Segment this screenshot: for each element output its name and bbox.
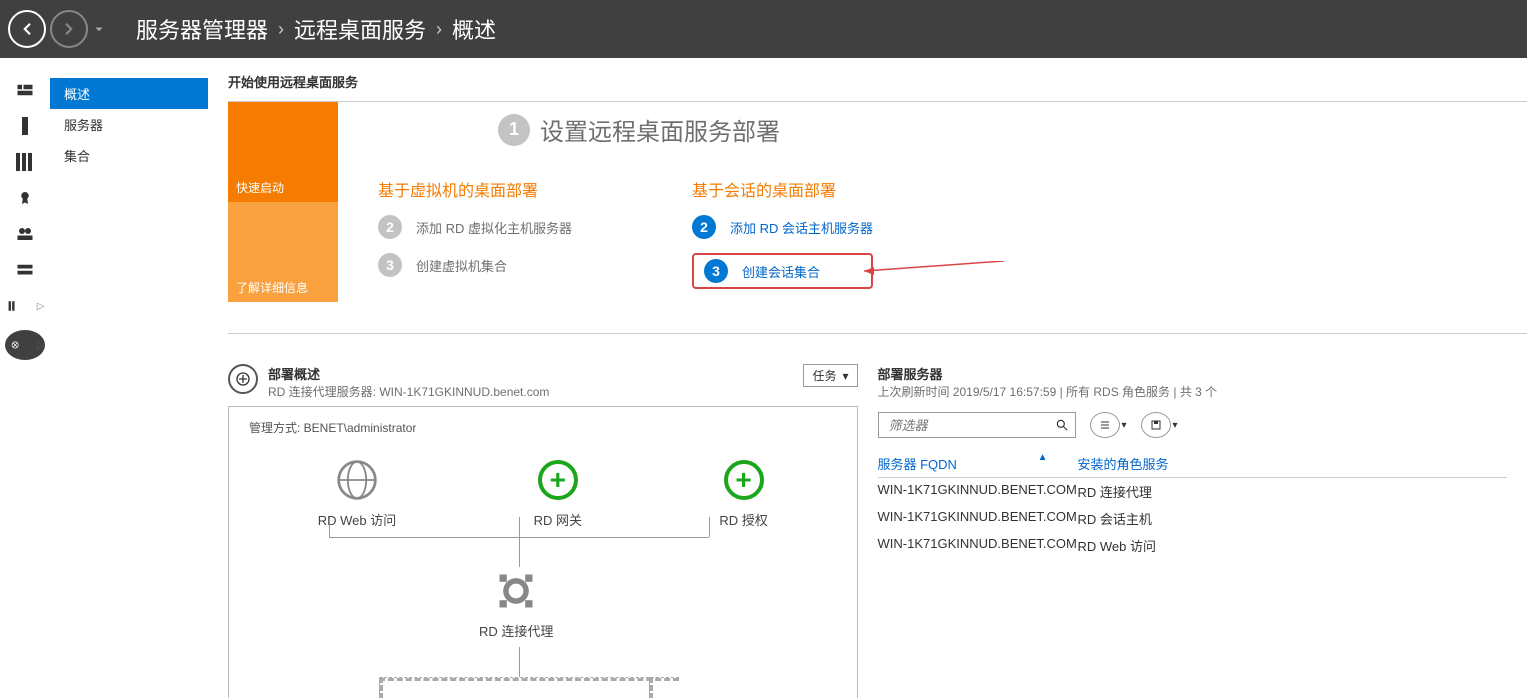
grid-header: 服务器 FQDN▲ 安装的角色服务 <box>878 450 1508 478</box>
managed-as-label: 管理方式: BENET\administrator <box>249 419 837 436</box>
sort-asc-icon: ▲ <box>1038 452 1048 463</box>
filter-box <box>878 412 1076 438</box>
rail-storage-icon[interactable] <box>10 258 40 282</box>
col-role[interactable]: 安装的角色服务 <box>1078 454 1169 473</box>
cell-role: RD 连接代理 <box>1078 482 1152 501</box>
rail-rds-icon[interactable]: ▷ <box>5 330 45 360</box>
tile-learn-more[interactable]: 了解详细信息 <box>228 202 338 302</box>
search-icon[interactable] <box>1049 418 1075 432</box>
table-row[interactable]: WIN-1K71GKINNUD.BENET.COMRD 会话主机 <box>878 505 1508 532</box>
deploy-overview-sub: RD 连接代理服务器: WIN-1K71GKINNUD.benet.com <box>268 383 793 400</box>
setup-title: 设置远程桌面服务部署 <box>540 112 780 147</box>
session-deploy-heading: 基于会话的桌面部署 <box>692 177 873 201</box>
flyout-icon: ▷ <box>37 340 45 351</box>
top-bar: 服务器管理器 › 远程桌面服务 › 概述 <box>0 0 1527 58</box>
step-label: 创建虚拟机集合 <box>416 256 507 275</box>
cell-fqdn: WIN-1K71GKINNUD.BENET.COM <box>878 482 1078 501</box>
step-label: 添加 RD 会话主机服务器 <box>730 218 873 237</box>
nav-overview[interactable]: 概述 <box>50 78 208 109</box>
rail-dashboard-icon[interactable] <box>10 78 40 102</box>
rail-local-server-icon[interactable] <box>10 114 40 138</box>
filter-input[interactable] <box>879 418 1049 433</box>
chevron-right-icon: › <box>278 19 284 40</box>
step-label: 创建会话集合 <box>742 262 820 281</box>
rail-all-servers-icon[interactable] <box>10 150 40 174</box>
rail-group-icon[interactable] <box>10 222 40 246</box>
tile-quick-start[interactable]: 快速启动 <box>228 102 338 202</box>
save-query-button[interactable] <box>1141 412 1171 438</box>
session-step-add-host[interactable]: 2 添加 RD 会话主机服务器 <box>692 215 873 239</box>
vm-deploy-heading: 基于虚拟机的桌面部署 <box>378 177 572 201</box>
node-label: RD 网关 <box>534 510 582 529</box>
breadcrumb-root[interactable]: 服务器管理器 <box>136 13 268 45</box>
broker-icon <box>492 567 540 615</box>
cell-role: RD 会话主机 <box>1078 509 1152 528</box>
step-badge-2: 2 <box>378 215 402 239</box>
rail-certificates-icon[interactable] <box>10 186 40 210</box>
step-number-1: 1 <box>498 114 530 146</box>
vm-step-create-collection[interactable]: 3 创建虚拟机集合 <box>378 253 572 277</box>
node-label: RD 授权 <box>719 510 767 529</box>
add-icon: + <box>538 460 578 500</box>
tile-label: 了解详细信息 <box>236 279 308 296</box>
getting-started-heading: 开始使用远程桌面服务 <box>228 72 1527 91</box>
tasks-dropdown[interactable]: 任务 ▾ <box>803 364 857 387</box>
deployment-diagram: 管理方式: BENET\administrator RD Web 访问 + RD… <box>228 406 858 698</box>
flyout-icon: ▷ <box>37 301 45 312</box>
cell-fqdn: WIN-1K71GKINNUD.BENET.COM <box>878 509 1078 528</box>
nav-servers[interactable]: 服务器 <box>50 109 208 140</box>
table-row[interactable]: WIN-1K71GKINNUD.BENET.COMRD Web 访问 <box>878 532 1508 559</box>
chevron-down-icon: ▾ <box>1122 420 1127 431</box>
nav-collections[interactable]: 集合 <box>50 140 208 171</box>
vm-step-add-host[interactable]: 2 添加 RD 虚拟化主机服务器 <box>378 215 572 239</box>
deployment-icon <box>228 364 258 394</box>
step-label: 添加 RD 虚拟化主机服务器 <box>416 218 572 237</box>
breadcrumb-service[interactable]: 远程桌面服务 <box>294 13 426 45</box>
back-button[interactable] <box>8 10 46 48</box>
chevron-right-icon: › <box>436 19 442 40</box>
deployment-servers-pane: 部署服务器 上次刷新时间 2019/5/17 16:57:59 | 所有 RDS… <box>878 364 1508 698</box>
deploy-overview-title: 部署概述 <box>268 364 793 383</box>
node-rd-licensing[interactable]: + RD 授权 <box>719 456 767 529</box>
deploy-servers-sub: 上次刷新时间 2019/5/17 16:57:59 | 所有 RDS 角色服务 … <box>878 383 1508 400</box>
step-badge-3: 3 <box>704 259 728 283</box>
node-label: RD 连接代理 <box>479 621 553 640</box>
cell-role: RD Web 访问 <box>1078 536 1157 555</box>
dropdown-indicator[interactable] <box>92 22 106 36</box>
tasks-label: 任务 <box>812 367 836 384</box>
forward-button[interactable] <box>50 10 88 48</box>
chevron-down-icon: ▾ <box>1173 420 1178 431</box>
breadcrumb: 服务器管理器 › 远程桌面服务 › 概述 <box>136 13 496 45</box>
view-options-button[interactable] <box>1090 412 1120 438</box>
annotation-arrow <box>854 261 1004 281</box>
cell-fqdn: WIN-1K71GKINNUD.BENET.COM <box>878 536 1078 555</box>
node-rd-broker[interactable]: RD 连接代理 <box>479 567 553 640</box>
step-badge-2: 2 <box>692 215 716 239</box>
getting-started-panel: 快速启动 了解详细信息 1 设置远程桌面服务部署 基于虚拟机的桌面部署 2 添加… <box>228 102 1527 334</box>
rail-tools-icon[interactable]: ▷ <box>5 294 45 318</box>
icon-rail: ▷ ▷ <box>0 58 50 698</box>
content-area: 开始使用远程桌面服务 快速启动 了解详细信息 1 设置远程桌面服务部署 基于虚拟… <box>208 58 1527 698</box>
breadcrumb-page[interactable]: 概述 <box>452 13 496 45</box>
chevron-down-icon: ▾ <box>842 369 848 383</box>
left-nav: 概述 服务器 集合 <box>50 58 208 698</box>
deploy-servers-title: 部署服务器 <box>878 364 1508 383</box>
table-row[interactable]: WIN-1K71GKINNUD.BENET.COMRD 连接代理 <box>878 478 1508 505</box>
session-step-create-collection[interactable]: 3 创建会话集合 <box>692 253 873 289</box>
step-badge-3: 3 <box>378 253 402 277</box>
col-fqdn[interactable]: 服务器 FQDN▲ <box>878 454 1078 473</box>
globe-icon <box>333 456 381 504</box>
node-rd-gateway[interactable]: + RD 网关 <box>534 456 582 529</box>
tile-label: 快速启动 <box>236 179 284 196</box>
add-icon: + <box>724 460 764 500</box>
deployment-overview-pane: 部署概述 RD 连接代理服务器: WIN-1K71GKINNUD.benet.c… <box>228 364 858 698</box>
